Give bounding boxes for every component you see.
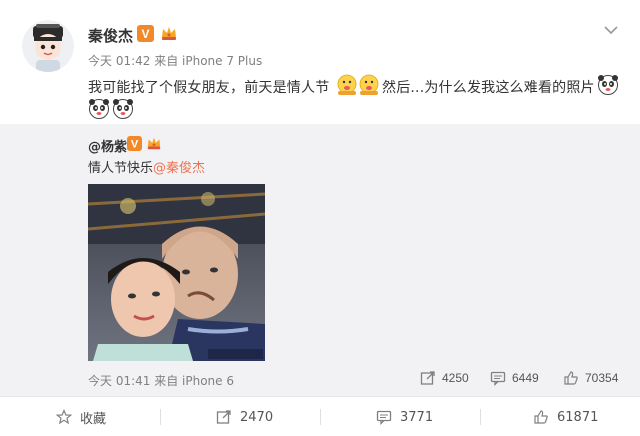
repost-icon: [216, 410, 231, 424]
weibo-post-card: 秦俊杰 V 今天 01:42 来自 iPhone 7 Plus 我可能找了个假女…: [0, 0, 640, 436]
repost-meta: 今天 01:41 来自 iPhone 6: [88, 374, 234, 388]
lick-emoji-icon: [336, 74, 358, 96]
comment-button-count: 3771: [400, 409, 434, 425]
panda-emoji-icon: [112, 98, 134, 120]
mention-link[interactable]: @秦俊杰: [153, 161, 205, 176]
svg-text:V: V: [141, 27, 149, 41]
comment-count-label: 6449: [512, 371, 539, 385]
dropdown-caret-icon[interactable]: [604, 22, 618, 35]
vip-crown-icon[interactable]: [160, 24, 178, 42]
author-name[interactable]: 秦俊杰: [88, 25, 133, 46]
repost-block: @杨紫 V 情人节快乐@秦俊杰 今天 01:41 来自 iPhone 6 425…: [0, 124, 640, 396]
like-icon: [564, 371, 578, 385]
like-button[interactable]: 61871: [533, 397, 598, 436]
vip-crown-icon[interactable]: [146, 135, 162, 151]
post-text-part2: 然后...为什么发我这么难看的照片: [382, 80, 595, 96]
like-count-label: 70354: [585, 371, 619, 385]
divider: [480, 409, 481, 425]
repost-icon: [420, 371, 435, 385]
author-avatar[interactable]: [22, 20, 74, 72]
repost-author-name[interactable]: @杨紫: [88, 136, 127, 155]
post-photo[interactable]: [88, 184, 265, 361]
comment-icon: [376, 410, 392, 425]
comment-button[interactable]: 3771: [376, 397, 433, 436]
post-meta: 今天 01:42 来自 iPhone 7 Plus: [88, 54, 263, 68]
divider: [160, 409, 161, 425]
lick-emoji-icon: [358, 74, 380, 96]
favorite-button[interactable]: 收藏: [56, 397, 106, 436]
panda-emoji-icon: [597, 74, 619, 96]
svg-text:V: V: [131, 139, 139, 151]
comment-icon: [490, 371, 506, 386]
star-icon: [56, 409, 72, 425]
like-icon: [534, 410, 548, 424]
repost-button-count: 2470: [240, 409, 274, 425]
favorite-label: 收藏: [80, 411, 107, 427]
post-text-part1: 我可能找了个假女朋友，前天是情人节: [88, 80, 330, 96]
repost-count-label: 4250: [442, 371, 469, 385]
repost-repost-count[interactable]: 4250: [420, 369, 469, 387]
repost-button[interactable]: 2470: [216, 397, 273, 436]
action-bar: 收藏 2470 3771 61871: [0, 396, 640, 436]
verified-badge-icon: V: [127, 136, 142, 151]
divider: [320, 409, 321, 425]
repost-comment-count[interactable]: 6449: [490, 369, 539, 387]
repost-like-count[interactable]: 70354: [563, 369, 618, 387]
like-button-count: 61871: [557, 409, 599, 425]
repost-text-body: 情人节快乐: [88, 161, 154, 176]
panda-emoji-icon: [88, 98, 110, 120]
verified-badge-icon: V: [137, 25, 154, 42]
repost-text: 情人节快乐@秦俊杰: [88, 157, 205, 176]
